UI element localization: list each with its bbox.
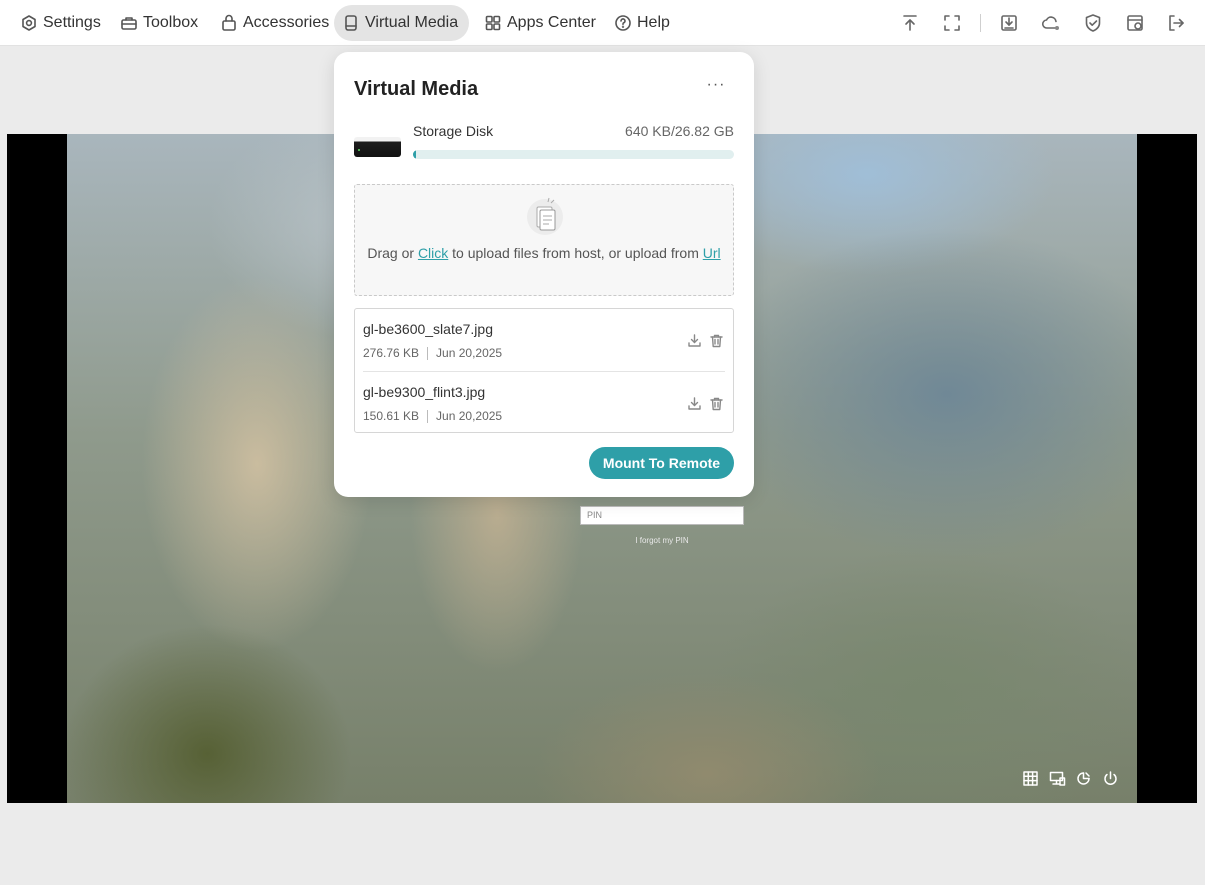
download-icon[interactable]	[685, 331, 703, 349]
nav-settings-label: Settings	[43, 14, 101, 31]
file-meta: 276.76 KB Jun 20,2025	[363, 346, 502, 360]
trash-icon[interactable]	[707, 331, 725, 349]
power-icon[interactable]	[1100, 768, 1120, 788]
cloud-status-icon[interactable]	[1039, 11, 1063, 35]
upload-text-before: Drag or	[367, 245, 418, 261]
nav-settings[interactable]: Settings	[12, 5, 109, 41]
toolbar-divider	[980, 14, 981, 32]
upload-text-middle: to upload files from host, or upload fro…	[448, 245, 703, 261]
nav-virtual-media[interactable]: Virtual Media	[334, 5, 469, 41]
help-icon	[615, 15, 631, 31]
fullscreen-icon[interactable]	[940, 11, 964, 35]
nav-help-label: Help	[637, 14, 670, 31]
more-options-icon[interactable]: ···	[702, 76, 730, 100]
upload-dropzone[interactable]: Drag or Click to upload files from host,…	[354, 184, 734, 296]
upload-instructions: Drag or Click to upload files from host,…	[355, 242, 733, 264]
nav-accessories[interactable]: Accessories	[212, 5, 337, 41]
nav-apps-center-label: Apps Center	[507, 14, 596, 31]
file-list: gl-be3600_slate7.jpg 276.76 KB Jun 20,20…	[354, 308, 734, 433]
upload-click-link[interactable]: Click	[418, 245, 448, 261]
pin-input[interactable]: PIN	[580, 506, 744, 525]
drive-icon	[345, 15, 357, 31]
gear-icon	[22, 15, 36, 31]
upload-url-link[interactable]: Url	[703, 245, 721, 261]
shield-check-icon[interactable]	[1081, 11, 1105, 35]
top-bar: Settings Toolbox Accessories Virtual Med…	[0, 0, 1205, 46]
nav-toolbox-label: Toolbox	[143, 14, 199, 31]
disk-led	[358, 149, 360, 151]
logout-icon[interactable]	[1164, 11, 1188, 35]
bag-icon	[222, 14, 236, 31]
storage-progress-fill	[413, 150, 416, 159]
nav-help[interactable]: Help	[606, 5, 678, 41]
file-upload-icon	[527, 197, 563, 235]
list-item[interactable]: gl-be3600_slate7.jpg 276.76 KB Jun 20,20…	[363, 309, 725, 371]
file-date: Jun 20,2025	[436, 346, 503, 360]
mount-to-remote-button[interactable]: Mount To Remote	[589, 447, 734, 479]
trash-icon[interactable]	[707, 394, 725, 412]
storage-disk-name: Storage Disk	[413, 123, 494, 139]
meta-divider	[427, 409, 429, 423]
storage-capacity: 640 KB/26.82 GB	[625, 123, 734, 139]
file-name: gl-be3600_slate7.jpg	[363, 321, 493, 337]
nav-toolbox[interactable]: Toolbox	[112, 5, 206, 41]
upload-icon[interactable]	[898, 11, 922, 35]
nav-accessories-label: Accessories	[243, 14, 330, 31]
storage-disk-icon	[354, 137, 401, 157]
network-icon[interactable]	[1047, 768, 1067, 788]
virtual-media-popup: Virtual Media ··· Storage Disk 640 KB/26…	[334, 52, 754, 497]
toolbox-icon	[121, 17, 137, 30]
file-size: 150.61 KB	[363, 409, 420, 423]
apps-icon	[485, 15, 501, 31]
storage-progress-bar	[413, 150, 734, 159]
popup-title: Virtual Media	[354, 78, 479, 100]
nav-virtual-media-label: Virtual Media	[365, 14, 459, 31]
meta-divider	[427, 346, 429, 360]
file-name: gl-be9300_flint3.jpg	[363, 384, 486, 400]
nav-apps-center[interactable]: Apps Center	[476, 5, 604, 41]
keyboard-icon[interactable]	[1020, 768, 1040, 788]
calendar-sync-icon[interactable]	[1123, 11, 1147, 35]
list-item[interactable]: gl-be9300_flint3.jpg 150.61 KB Jun 20,20…	[363, 371, 725, 433]
file-size: 276.76 KB	[363, 346, 420, 360]
forgot-pin-link[interactable]: I forgot my PIN	[580, 536, 744, 545]
accessibility-icon[interactable]	[1073, 768, 1093, 788]
file-date: Jun 20,2025	[436, 409, 503, 423]
download-box-icon[interactable]	[997, 11, 1021, 35]
file-meta: 150.61 KB Jun 20,2025	[363, 409, 502, 423]
download-icon[interactable]	[685, 394, 703, 412]
